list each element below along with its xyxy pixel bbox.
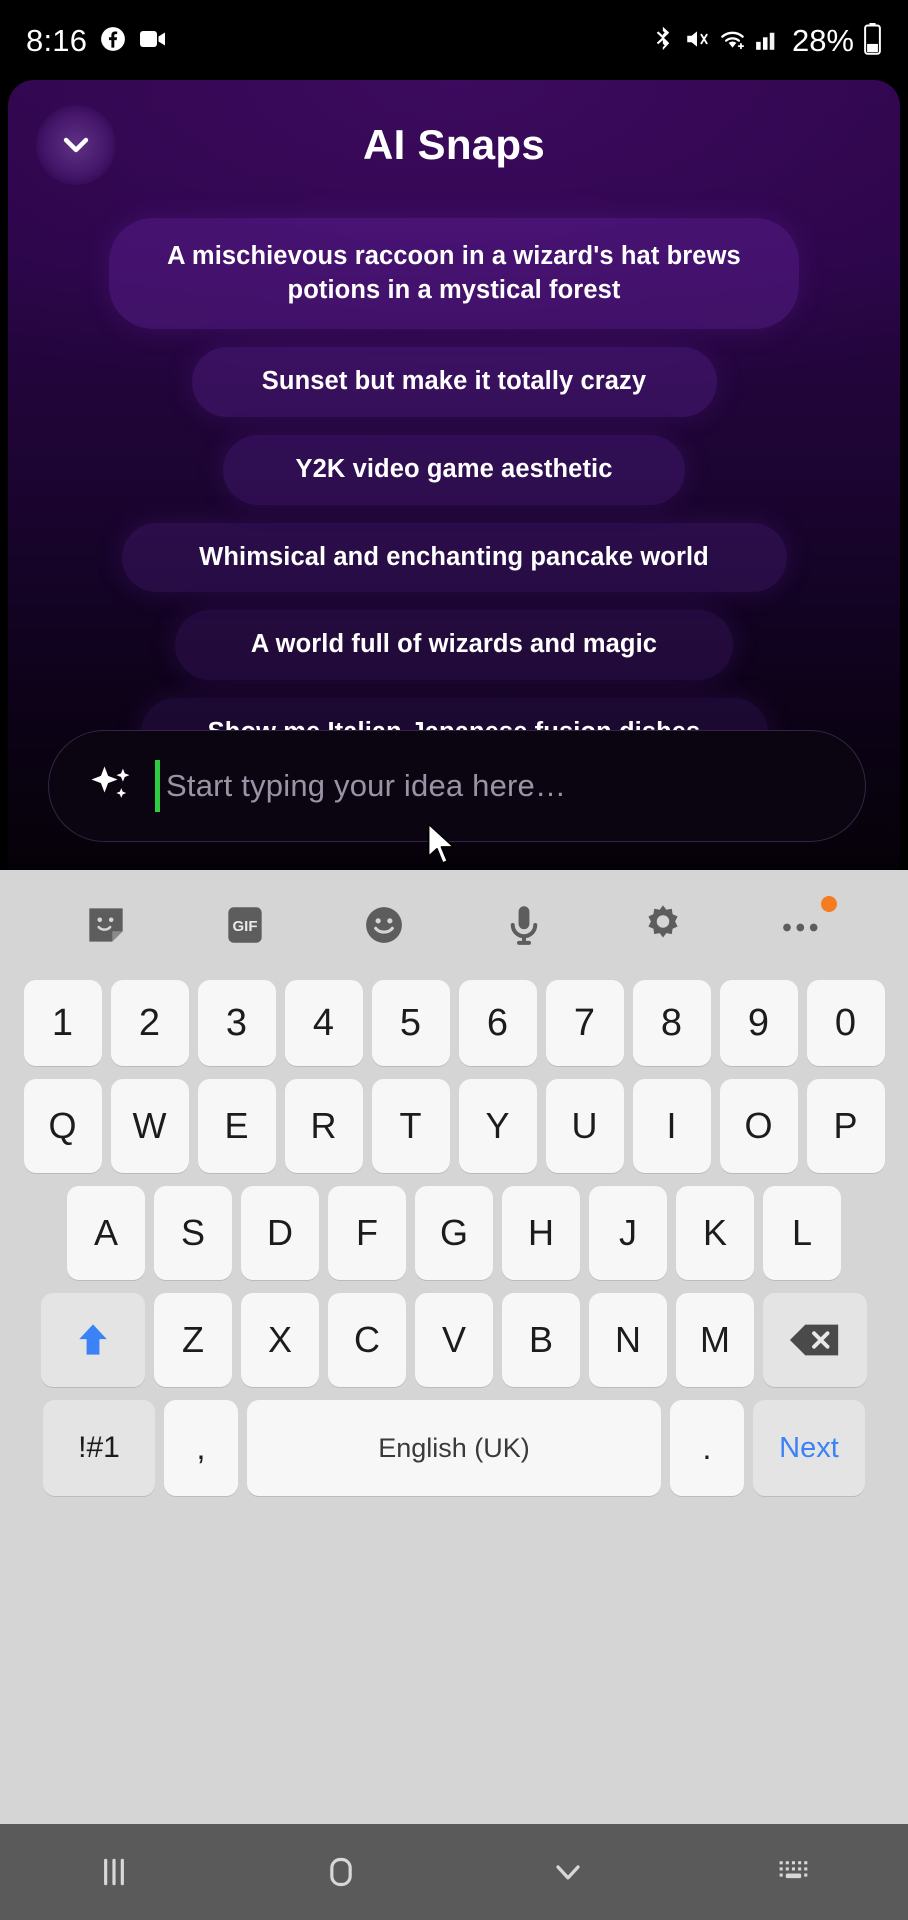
- key-u[interactable]: U: [545, 1079, 624, 1173]
- key-g[interactable]: G: [415, 1186, 493, 1280]
- keyboard-toolbar: GIF: [0, 870, 908, 980]
- key-f[interactable]: F: [328, 1186, 406, 1280]
- on-screen-keyboard: GIF 1 2 3 4 5 6 7 8 9 0 Q W E R T Y U I …: [0, 870, 908, 1870]
- key-y[interactable]: Y: [458, 1079, 537, 1173]
- page-title: AI Snaps: [362, 121, 546, 168]
- collapse-keyboard-icon: [555, 1865, 580, 1880]
- status-bar-left: 8:16: [26, 23, 167, 59]
- keyboard-row-1: Q W E R T Y U I O P: [6, 1079, 902, 1173]
- keyboard-row-4: !#1 , English (UK) . Next: [6, 1400, 902, 1496]
- key-d[interactable]: D: [241, 1186, 319, 1280]
- shift-key[interactable]: [41, 1293, 145, 1387]
- key-m[interactable]: M: [676, 1293, 754, 1387]
- suggestion-chip[interactable]: A mischievous raccoon in a wizard's hat …: [109, 218, 799, 330]
- key-2[interactable]: 2: [110, 980, 189, 1066]
- recents-button[interactable]: [0, 1852, 227, 1892]
- key-t[interactable]: T: [371, 1079, 450, 1173]
- key-3[interactable]: 3: [197, 980, 276, 1066]
- status-time: 8:16: [26, 23, 88, 58]
- wifi-icon: [719, 27, 746, 56]
- key-a[interactable]: A: [67, 1186, 145, 1280]
- key-4[interactable]: 4: [284, 980, 363, 1066]
- shift-arrow-icon: [79, 1324, 107, 1355]
- settings-gear-icon[interactable]: [632, 894, 694, 956]
- ai-snaps-panel: AI Snaps A mischievous raccoon in a wiza…: [8, 80, 900, 870]
- period-key[interactable]: .: [670, 1400, 744, 1496]
- key-e[interactable]: E: [197, 1079, 276, 1173]
- keyboard-switch-icon: [779, 1861, 807, 1879]
- key-z[interactable]: Z: [154, 1293, 232, 1387]
- sparkle-icon: [91, 766, 130, 798]
- keyboard-key-rows: 1 2 3 4 5 6 7 8 9 0 Q W E R T Y U I O P …: [0, 980, 908, 1496]
- sticker-icon[interactable]: [75, 894, 137, 956]
- key-i[interactable]: I: [632, 1079, 711, 1173]
- notification-badge: [821, 896, 838, 912]
- collapse-keyboard-button[interactable]: [454, 1852, 681, 1892]
- suggestion-chip[interactable]: Y2K video game aesthetic: [223, 434, 685, 505]
- text-caret: [155, 760, 160, 812]
- prompt-input[interactable]: Start typing your idea here…: [48, 730, 866, 842]
- mute-icon: [684, 26, 710, 57]
- key-1[interactable]: 1: [23, 980, 102, 1066]
- battery-icon: [863, 22, 882, 60]
- key-s[interactable]: S: [154, 1186, 232, 1280]
- facebook-icon: [100, 26, 126, 57]
- video-camera-icon: [139, 28, 167, 55]
- key-q[interactable]: Q: [23, 1079, 102, 1173]
- panel-header: AI Snaps: [8, 80, 900, 210]
- prompt-placeholder: Start typing your idea here…: [166, 768, 567, 803]
- key-c[interactable]: C: [328, 1293, 406, 1387]
- microphone-icon[interactable]: [493, 894, 555, 956]
- key-v[interactable]: V: [415, 1293, 493, 1387]
- status-bar-right: 28%: [653, 22, 882, 60]
- backspace-key[interactable]: [763, 1293, 867, 1387]
- key-o[interactable]: O: [719, 1079, 798, 1173]
- suggestion-chip[interactable]: Whimsical and enchanting pancake world: [121, 522, 787, 593]
- key-x[interactable]: X: [241, 1293, 319, 1387]
- more-options-icon[interactable]: [771, 894, 838, 956]
- gif-icon[interactable]: GIF: [214, 894, 276, 956]
- keyboard-row-2: A S D F G H J K L: [6, 1186, 902, 1280]
- cellular-signal-icon: [755, 27, 780, 56]
- battery-percent: 28%: [791, 23, 854, 58]
- key-p[interactable]: P: [806, 1079, 885, 1173]
- symbols-key[interactable]: !#1: [43, 1400, 155, 1496]
- home-button[interactable]: [227, 1852, 454, 1892]
- keyboard-number-row: 1 2 3 4 5 6 7 8 9 0: [6, 980, 902, 1066]
- collapse-panel-button[interactable]: [36, 105, 116, 185]
- svg-text:GIF: GIF: [232, 918, 257, 935]
- suggestion-chip[interactable]: Sunset but make it totally crazy: [191, 347, 717, 417]
- home-icon: [329, 1857, 352, 1887]
- keyboard-row-3: Z X C V B N M: [6, 1293, 902, 1387]
- status-bar: 8:16 28%: [0, 0, 908, 82]
- key-h[interactable]: H: [502, 1186, 580, 1280]
- key-8[interactable]: 8: [632, 980, 711, 1066]
- key-0[interactable]: 0: [806, 980, 885, 1066]
- key-n[interactable]: N: [589, 1293, 667, 1387]
- suggestion-chip[interactable]: A world full of wizards and magic: [175, 610, 733, 680]
- recents-icon: [103, 1858, 124, 1886]
- suggestion-chip-list: A mischievous raccoon in a wizard's hat …: [8, 210, 900, 768]
- key-5[interactable]: 5: [371, 980, 450, 1066]
- prompt-input-wrapper: Start typing your idea here…: [48, 730, 866, 842]
- space-key[interactable]: English (UK): [247, 1400, 661, 1496]
- comma-key[interactable]: ,: [164, 1400, 238, 1496]
- emoji-icon[interactable]: [353, 894, 415, 956]
- key-7[interactable]: 7: [545, 980, 624, 1066]
- key-l[interactable]: L: [763, 1186, 841, 1280]
- backspace-icon: [789, 1324, 839, 1356]
- chevron-down-icon: [63, 137, 89, 153]
- key-k[interactable]: K: [676, 1186, 754, 1280]
- key-6[interactable]: 6: [458, 980, 537, 1066]
- key-r[interactable]: R: [284, 1079, 363, 1173]
- key-w[interactable]: W: [110, 1079, 189, 1173]
- bluetooth-icon: [653, 25, 675, 58]
- next-key[interactable]: Next: [753, 1400, 865, 1496]
- keyboard-switch-button[interactable]: [681, 1855, 908, 1889]
- key-9[interactable]: 9: [719, 980, 798, 1066]
- key-b[interactable]: B: [502, 1293, 580, 1387]
- system-navigation-bar: [0, 1824, 908, 1920]
- key-j[interactable]: J: [589, 1186, 667, 1280]
